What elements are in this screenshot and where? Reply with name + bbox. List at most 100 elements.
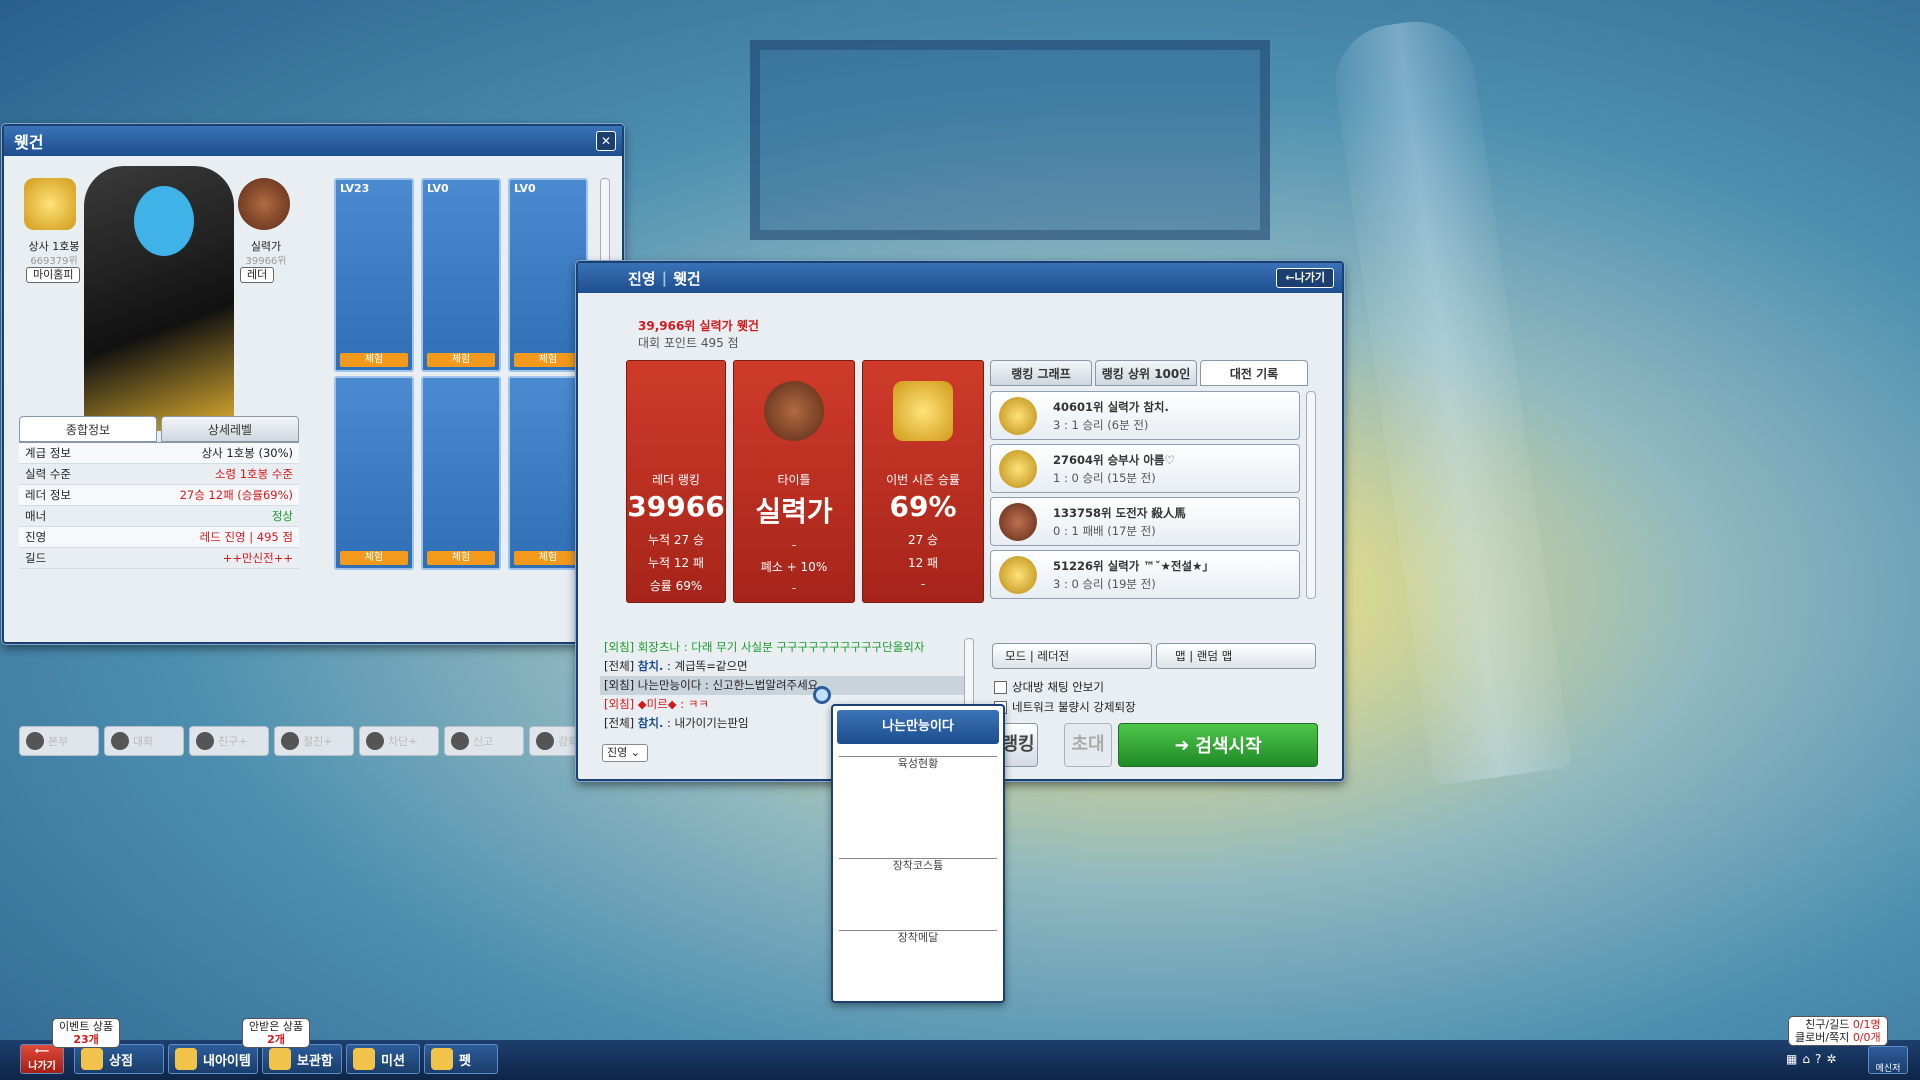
gold-medal-icon (999, 397, 1037, 435)
try-button[interactable]: 체험 (340, 551, 408, 565)
chat-text: : 계급똑=같으면 (663, 659, 748, 673)
card-line: 12 패 (907, 556, 939, 570)
records-scrollbar[interactable] (1306, 391, 1316, 599)
try-button[interactable]: 체험 (340, 353, 408, 367)
map-selector[interactable]: 맵 | 랜덤 맵 (1156, 643, 1316, 669)
unreceived-items-badge[interactable]: 안받은 상품 2개 (242, 1018, 311, 1048)
block-button[interactable]: 차단+ (359, 726, 439, 756)
chat-sender[interactable]: 나는만능이다 (638, 678, 701, 692)
ladder-rank-card: 레더 랭킹 39966 누적 27 승 누적 12 패 승률 69% (626, 360, 726, 603)
event-items-badge[interactable]: 이벤트 상품 23개 (52, 1018, 121, 1048)
add-best-friend-button[interactable]: 절친+ (274, 726, 354, 756)
match-record[interactable]: 133758위 도전자 殺人馬 0 : 1 패배 (17분 전) (990, 497, 1300, 546)
friend-icon (196, 732, 214, 750)
gold-medal-icon (999, 556, 1037, 594)
stat-row-manner: 매너 정상 (19, 506, 299, 527)
hq-button[interactable]: 본부 (19, 726, 99, 756)
card-line: - (791, 538, 797, 552)
card-line: 폐소 + 10% (760, 560, 828, 574)
chat-message: [외침] 회장츠나 : 다래 무기 사실분 구구구구구구구구구구단올외자 (600, 638, 965, 657)
chat-sender[interactable]: 참치. (638, 659, 664, 673)
character-slot[interactable]: LV23 체험 (334, 178, 414, 372)
stat-label: 매너 (25, 509, 47, 523)
character-hair (134, 186, 194, 256)
invite-button[interactable]: 초대 (1064, 723, 1112, 767)
mission-icon (353, 1048, 375, 1070)
character-slot[interactable]: LV0 체험 (421, 178, 501, 372)
tab-overview[interactable]: 종합정보 (19, 416, 157, 442)
record-opponent: 40601위 실력가 참치. (1053, 400, 1169, 414)
hide-opponent-chat-option[interactable]: 상대방 채팅 안보기 (994, 679, 1104, 695)
shop-button[interactable]: 상점 (74, 1044, 164, 1074)
mission-button[interactable]: 미션 (346, 1044, 420, 1074)
home-icon[interactable]: ⌂ (1802, 1052, 1810, 1066)
record-opponent: 133758위 도전자 殺人馬 (1053, 506, 1186, 520)
gear-icon[interactable]: ✲ (1826, 1052, 1836, 1066)
report-icon (451, 732, 469, 750)
force-exit-option[interactable]: 네트워크 불량시 강제퇴장 (994, 699, 1136, 715)
action-label: 본부 (48, 735, 69, 748)
try-button[interactable]: 체험 (427, 551, 495, 565)
character-slot[interactable]: 체험 (421, 376, 501, 570)
ladder-button[interactable]: 레더 (240, 267, 275, 283)
record-result: 3 : 0 승리 (19분 전) (1053, 577, 1156, 591)
storage-button[interactable]: 보관함 (262, 1044, 342, 1074)
help-icon[interactable]: ? (1815, 1052, 1821, 1066)
report-button[interactable]: 신고 (444, 726, 524, 756)
chat-sender[interactable]: 참치. (638, 716, 664, 730)
match-record[interactable]: 40601위 실력가 참치. 3 : 1 승리 (6분 전) (990, 391, 1300, 440)
my-homepage-button[interactable]: 마이홈피 (26, 267, 81, 283)
close-icon[interactable]: ✕ (596, 131, 616, 151)
chat-icon (111, 732, 129, 750)
ranking-window: 진영 | 웻건 ←나가기 39,966위 실력가 웻건 대회 포인트 495 점… (576, 261, 1344, 781)
character-slot[interactable]: 체험 (334, 376, 414, 570)
start-search-button[interactable]: ➜ 검색시작 (1118, 723, 1318, 767)
stat-label: 레더 정보 (25, 488, 71, 502)
my-items-button[interactable]: 내아이템 (168, 1044, 258, 1074)
stat-row-skill: 실력 수준 소령 1호봉 수준 (19, 464, 299, 485)
season-card-icon (893, 381, 953, 441)
add-friend-button[interactable]: 친구+ (189, 726, 269, 756)
popup-section-costume[interactable]: 장착코스튬 (839, 858, 997, 873)
pet-button[interactable]: 펫 (424, 1044, 498, 1074)
ranking-window-titlebar[interactable]: 진영 | 웻건 ←나가기 (578, 263, 1342, 293)
try-button[interactable]: 체험 (514, 551, 582, 565)
chat-text: : 신고한느법알려주세요 (701, 678, 819, 692)
friend-status-badge[interactable]: 친구/길드 0/1명 클로버/쪽지 0/0개 (1788, 1016, 1888, 1046)
tab-ranking-graph[interactable]: 랭킹 그래프 (990, 360, 1092, 386)
storage-label: 보관함 (297, 1053, 333, 1069)
my-items-label: 내아이템 (203, 1053, 251, 1069)
title-emblem-icon (238, 178, 290, 230)
tab-top-100[interactable]: 랭킹 상위 100인 (1095, 360, 1197, 386)
chat-sender[interactable]: 회장츠나 (638, 640, 680, 654)
action-label: 신고 (473, 735, 494, 748)
season-winrate-card: 이번 시즌 승률 69% 27 승 12 패 - (862, 360, 984, 603)
match-record[interactable]: 51226위 실력가 ™ˇ★전설★」 3 : 0 승리 (19분 전) (990, 550, 1300, 599)
card-line: - (920, 577, 926, 591)
match-record[interactable]: 27604위 승부사 아름♡ 1 : 0 승리 (15분 전) (990, 444, 1300, 493)
try-button[interactable]: 체험 (427, 353, 495, 367)
title-card-icon (764, 381, 824, 441)
try-button[interactable]: 체험 (514, 353, 582, 367)
mode-selector[interactable]: 모드 | 레더전 (992, 643, 1152, 669)
checkbox[interactable] (994, 680, 1007, 694)
popup-section-training[interactable]: 육성현황 (839, 756, 997, 780)
stats-table: 계급 정보 상사 1호봉 (30%) 실력 수준 소령 1호봉 수준 레더 정보 27… (19, 442, 299, 569)
tab-detail-level[interactable]: 상세레벨 (161, 416, 299, 442)
chat-filter-dropdown[interactable]: 진영 ⌄ (602, 744, 648, 762)
card-line: 누적 12 패 (647, 556, 705, 570)
grid-icon[interactable]: ▦ (1786, 1052, 1797, 1066)
messenger-button[interactable]: 메신저 (1868, 1046, 1908, 1074)
exit-button[interactable]: ←나가기 (1276, 268, 1334, 288)
popup-section-medal[interactable]: 장착메달 (839, 930, 997, 945)
exit-game-button[interactable]: ⟵ 나가기 (20, 1044, 64, 1074)
magnifier-icon[interactable] (813, 686, 831, 704)
chat-channel: [전체] (604, 659, 635, 673)
card-line: - (791, 581, 797, 595)
chat-sender[interactable]: ◆미르◆ (638, 697, 677, 711)
tab-match-history[interactable]: 대전 기록 (1200, 360, 1308, 386)
stat-row-ladder: 레더 정보 27승 12패 (승률69%) (19, 485, 299, 506)
profile-window-titlebar[interactable]: 웻건 ✕ (4, 126, 622, 156)
shop-icon (81, 1048, 103, 1070)
chat-button[interactable]: 대화 (104, 726, 184, 756)
